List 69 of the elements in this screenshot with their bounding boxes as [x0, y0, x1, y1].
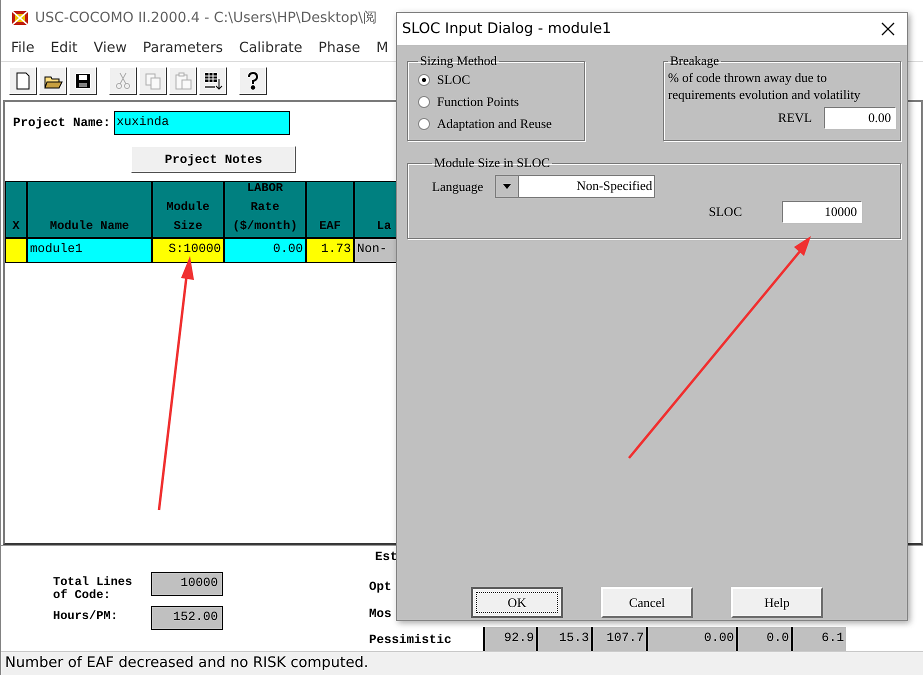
scissors-icon — [113, 71, 133, 91]
estimate-label: Pessimistic — [369, 632, 453, 649]
menu-item[interactable]: View — [94, 40, 127, 56]
breakage-description: % of code thrown away due to requirements evolution and volatility — [668, 69, 862, 103]
labor-rate-header: LABOR Rate ($/month) — [224, 181, 306, 238]
delete-cell[interactable] — [5, 238, 27, 263]
estimate-cell: 0.00 — [646, 626, 736, 651]
menu-item[interactable]: Phase — [318, 40, 360, 56]
window-title: USC-COCOMO II.2000.4 - C:\Users\HP\Desktop\阅 — [35, 8, 378, 26]
estimate-cell: 107.7 — [591, 626, 646, 651]
menu-item[interactable]: File — [11, 40, 34, 56]
radio-option[interactable]: Function Points — [418, 91, 578, 113]
eaf-header: EAF — [306, 181, 354, 238]
menu-item[interactable]: M — [376, 40, 388, 56]
language-dropdown[interactable]: Non-Specified — [495, 175, 656, 198]
toolbar-button[interactable] — [39, 67, 67, 95]
close-icon[interactable] — [881, 22, 895, 36]
toolbar-button[interactable] — [239, 67, 267, 95]
module-size-cell[interactable]: S:10000 — [152, 238, 224, 263]
sloc-field[interactable]: 10000 — [782, 201, 862, 223]
estimate-label: Mos — [369, 606, 393, 623]
toolbar-button[interactable] — [9, 67, 37, 95]
estimate-heading: Est — [374, 550, 399, 566]
menu-item[interactable]: Parameters — [142, 40, 223, 56]
delete-column-header: X — [5, 181, 27, 238]
estimate-cell: 15.3 — [536, 626, 591, 651]
estimate-cell: 0.0 — [736, 626, 791, 651]
total-value: 10000 — [151, 572, 223, 596]
revl-field[interactable]: 0.00 — [824, 107, 896, 129]
estimate-cell: 92.9 — [483, 626, 536, 651]
app-logo-icon — [11, 8, 29, 26]
total-label: Hours/PM: — [53, 608, 119, 623]
status-bar: Number of EAF decreased and no RISK computed. — [1, 651, 923, 675]
module-size-header: Module Size — [152, 181, 224, 238]
dropdown-arrow-icon — [503, 184, 512, 189]
dialog-title: SLOC Input Dialog - module1 — [402, 21, 612, 37]
menu-item[interactable]: Calibrate — [238, 40, 302, 56]
paste-icon — [173, 71, 193, 91]
save-icon — [73, 71, 93, 91]
dialog-button[interactable]: Help — [731, 587, 823, 618]
revl-label: REVL — [778, 110, 812, 126]
project-name-field[interactable]: xuxinda — [114, 111, 290, 135]
dialog-button[interactable]: OK — [471, 587, 563, 618]
total-value: 152.00 — [151, 606, 223, 630]
module-name-cell[interactable]: module1 — [27, 238, 152, 263]
project-notes-button[interactable]: Project Notes — [131, 146, 296, 173]
eaf-cell[interactable]: 1.73 — [306, 238, 354, 263]
sloc-label: SLOC — [708, 204, 742, 220]
dialog-button[interactable]: Cancel — [601, 587, 693, 618]
radio-button[interactable] — [418, 96, 430, 108]
group-title: Module Size in SLOC — [433, 155, 551, 171]
menu-item[interactable]: Edit — [50, 40, 78, 56]
total-label: Total Lines of Code: — [53, 574, 134, 602]
group-title: Sizing Method — [419, 53, 498, 69]
toolbar-button[interactable] — [199, 67, 227, 95]
toolbar-button[interactable] — [69, 67, 97, 95]
estimate-cell: 6.1 — [791, 626, 846, 651]
group-title: Breakage — [669, 53, 720, 69]
grid-icon — [203, 71, 223, 91]
radio-button[interactable] — [418, 74, 430, 86]
estimate-label: Opt — [369, 580, 393, 596]
copy-icon — [143, 71, 163, 91]
labor-rate-cell[interactable]: 0.00 — [224, 238, 306, 263]
module-name-header: Module Name — [27, 181, 152, 238]
radio-option[interactable]: SLOC — [418, 69, 578, 91]
radio-option[interactable]: Adaptation and Reuse — [418, 113, 578, 135]
language-label: Language — [432, 178, 484, 194]
radio-button[interactable] — [418, 118, 430, 130]
project-name-label: Project Name: — [13, 116, 111, 130]
